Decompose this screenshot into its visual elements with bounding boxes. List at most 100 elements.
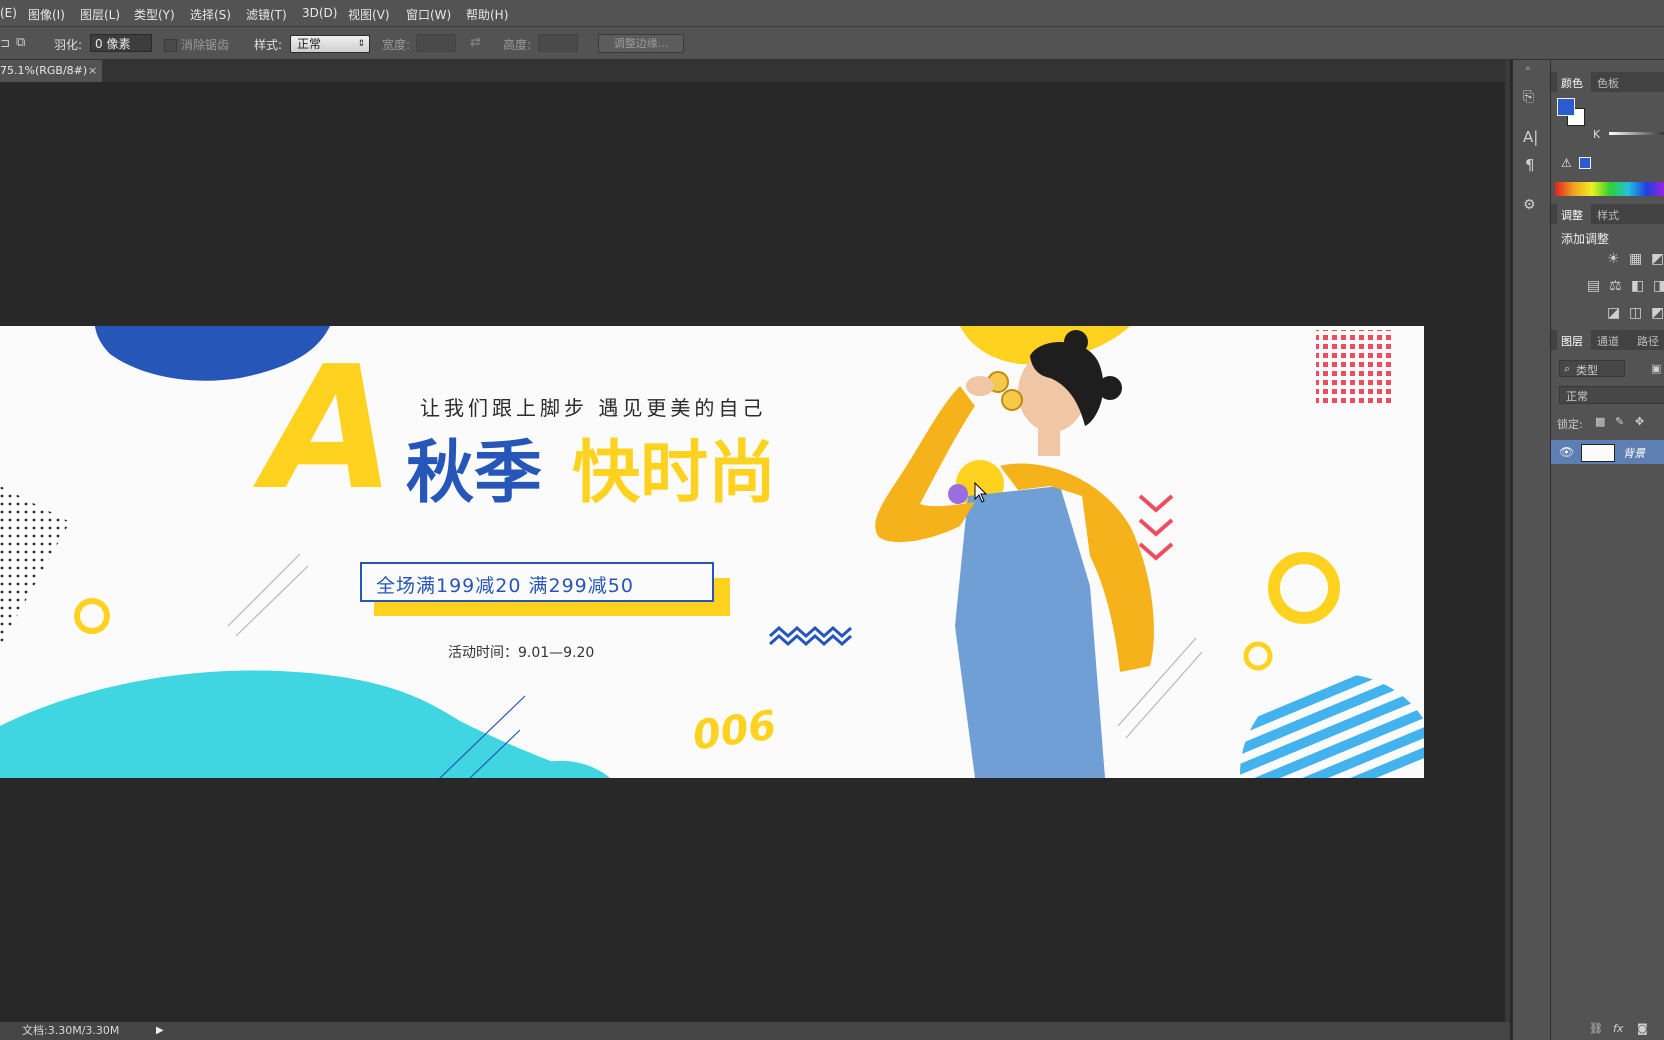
yellow-ring-small bbox=[1243, 641, 1273, 671]
collapse-icon[interactable]: « bbox=[1525, 62, 1531, 76]
layer-mask-icon[interactable]: ◙ bbox=[1637, 1022, 1648, 1036]
panel-icon-strip: « ⎘ A| ¶ ⚙ bbox=[1512, 60, 1550, 1040]
status-menu-arrow-icon[interactable]: ▶ bbox=[156, 1022, 164, 1040]
search-icon: ⌕ bbox=[1564, 362, 1571, 375]
style-label: 样式: bbox=[254, 38, 283, 52]
menu-bar: (E) 图像(I) 图层(L) 类型(Y) 选择(S) 滤镜(T) 3D(D) … bbox=[0, 0, 1664, 27]
right-panels: 颜色 色板 K ⚠ 调整 样式 添加调整 ☀ ▦ ◩ ▤ ⚖ ◧ ◨ ◪ ◫ ◩… bbox=[1550, 60, 1664, 1040]
levels-icon[interactable]: ▦ bbox=[1629, 252, 1642, 266]
menu-help[interactable]: 帮助(H) bbox=[466, 6, 508, 23]
black-white-icon[interactable]: ◧ bbox=[1631, 279, 1644, 293]
activity-time-text: 活动时间：9.01—9.20 bbox=[448, 645, 595, 661]
hue-saturation-icon[interactable]: ▤ bbox=[1587, 279, 1600, 293]
promo-text: 全场满199减20 满299减50 bbox=[376, 575, 634, 597]
lock-position-icon[interactable]: ✥ bbox=[1635, 415, 1644, 429]
selective-color-icon[interactable]: ◩ bbox=[1651, 306, 1664, 320]
menu-layer[interactable]: 图层(L) bbox=[80, 6, 120, 23]
lock-label: 锁定: bbox=[1557, 418, 1583, 431]
dot-pattern-shape bbox=[0, 486, 70, 646]
slogan-text: 让我们跟上脚步 遇见更美的自己 bbox=[420, 396, 767, 420]
lock-transparency-icon[interactable]: ▩ bbox=[1595, 415, 1605, 429]
feather-label: 羽化: bbox=[54, 38, 83, 52]
red-dot-grid bbox=[1316, 330, 1392, 406]
tab-adjustments[interactable]: 调整 bbox=[1561, 207, 1583, 223]
red-chevrons-shape bbox=[1138, 494, 1174, 561]
foreground-color-swatch[interactable] bbox=[1557, 98, 1575, 116]
gradient-map-icon[interactable]: ◫ bbox=[1629, 306, 1642, 320]
diagonal-lines-left bbox=[227, 553, 309, 637]
menu-edit[interactable]: (E) bbox=[0, 6, 17, 20]
tab-channels[interactable]: 通道 bbox=[1597, 333, 1619, 349]
blend-mode-select[interactable]: 正常 bbox=[1559, 386, 1664, 404]
style-select[interactable]: 正常 ⇕ bbox=[290, 35, 370, 53]
document-tab-bar bbox=[0, 60, 1510, 82]
menu-window[interactable]: 窗口(W) bbox=[406, 6, 451, 23]
document-tab-label: 75.1%(RGB/8#) bbox=[0, 64, 88, 77]
selection-mode-icon[interactable]: ⊐ bbox=[0, 36, 10, 50]
menu-image[interactable]: 图像(I) bbox=[28, 6, 65, 23]
antialias-checkbox[interactable] bbox=[164, 39, 177, 52]
cyan-wave-shape bbox=[0, 670, 600, 778]
width-input[interactable] bbox=[416, 34, 456, 52]
layer-row-background[interactable]: 👁 背景 bbox=[1551, 440, 1664, 464]
document-size-text: 文档:3.30M/3.30M bbox=[22, 1024, 120, 1037]
fx-icon[interactable]: fx bbox=[1613, 1022, 1623, 1036]
invert-icon[interactable]: ◪ bbox=[1607, 306, 1620, 320]
tab-color[interactable]: 颜色 bbox=[1561, 75, 1583, 91]
swap-dimensions-icon[interactable]: ⇄ bbox=[470, 36, 481, 50]
curves-icon[interactable]: ◩ bbox=[1651, 252, 1664, 266]
blend-mode-value: 正常 bbox=[1566, 390, 1588, 403]
layer-thumbnail bbox=[1581, 444, 1615, 462]
banner-artwork[interactable]: A 让我们跟上脚步 遇见更美的自己 秋季 快时尚 全场满199减20 满299减… bbox=[0, 326, 1424, 778]
lock-pixels-icon[interactable]: ✎ bbox=[1615, 415, 1624, 429]
height-label: 高度: bbox=[503, 38, 532, 52]
height-input[interactable] bbox=[538, 34, 578, 52]
close-icon[interactable]: × bbox=[88, 60, 97, 82]
tab-paths[interactable]: 路径 bbox=[1637, 333, 1659, 349]
paragraph-icon[interactable]: ¶ bbox=[1525, 158, 1535, 173]
mouse-cursor-icon bbox=[974, 482, 988, 503]
character-icon[interactable]: A| bbox=[1523, 130, 1538, 145]
gamut-swatch[interactable] bbox=[1579, 157, 1591, 169]
layer-name: 背景 bbox=[1623, 447, 1645, 460]
menu-type[interactable]: 类型(Y) bbox=[134, 6, 175, 23]
model-figure-shape bbox=[875, 330, 1154, 778]
menu-3d[interactable]: 3D(D) bbox=[302, 6, 337, 20]
title-blue-text: 秋季 bbox=[406, 434, 543, 513]
color-balance-icon[interactable]: ⚖ bbox=[1609, 279, 1622, 293]
kind-filter-value: 类型 bbox=[1576, 364, 1598, 377]
filter-image-icon[interactable]: ▣ bbox=[1651, 362, 1661, 376]
visibility-eye-icon[interactable]: 👁 bbox=[1559, 445, 1574, 459]
status-bar: 文档:3.30M/3.30M ▶ bbox=[0, 1022, 1510, 1040]
tab-swatches[interactable]: 色板 bbox=[1597, 75, 1619, 91]
title-yellow-text: 快时尚 bbox=[572, 434, 777, 513]
feather-input[interactable]: 0 像素 bbox=[90, 34, 152, 52]
menu-select[interactable]: 选择(S) bbox=[190, 6, 231, 23]
properties-icon[interactable]: ⚙ bbox=[1523, 198, 1536, 212]
menu-view[interactable]: 视图(V) bbox=[348, 6, 390, 23]
refine-edge-button[interactable]: 调整边缘... bbox=[598, 34, 684, 53]
brightness-icon[interactable]: ☀ bbox=[1607, 252, 1620, 266]
tab-layers[interactable]: 图层 bbox=[1561, 333, 1583, 349]
yellow-ring-left bbox=[74, 598, 110, 634]
history-icon[interactable]: ⎘ bbox=[1523, 90, 1534, 104]
width-label: 宽度: bbox=[382, 38, 411, 52]
menu-filter[interactable]: 滤镜(T) bbox=[246, 6, 287, 23]
blue-zigzag-shape bbox=[769, 625, 852, 647]
style-select-value: 正常 bbox=[297, 37, 322, 51]
yellow-ring-big bbox=[1268, 552, 1340, 624]
vertical-scrollbar[interactable] bbox=[1505, 60, 1510, 1022]
big-letter-a: A bbox=[264, 330, 396, 528]
warning-icon: ⚠ bbox=[1561, 156, 1572, 170]
k-slider[interactable] bbox=[1609, 132, 1664, 135]
photo-filter-icon[interactable]: ◨ bbox=[1653, 279, 1664, 293]
link-layers-icon[interactable]: ⛓ bbox=[1589, 1022, 1603, 1036]
options-bar: ⊐ ⧉ 羽化: 0 像素 消除锯齿 样式: 正常 ⇕ 宽度: ⇄ 高度: 调整边… bbox=[0, 27, 1664, 60]
color-spectrum-bar[interactable] bbox=[1555, 182, 1664, 196]
document-tab[interactable]: 75.1%(RGB/8#) × bbox=[0, 60, 102, 82]
select-arrows-icon: ⇕ bbox=[357, 39, 365, 49]
tab-styles[interactable]: 样式 bbox=[1597, 207, 1619, 223]
layer-kind-filter[interactable]: ⌕ 类型 bbox=[1559, 360, 1625, 377]
antialias-label: 消除锯齿 bbox=[181, 38, 230, 52]
intersect-selection-icon[interactable]: ⧉ bbox=[16, 36, 25, 50]
